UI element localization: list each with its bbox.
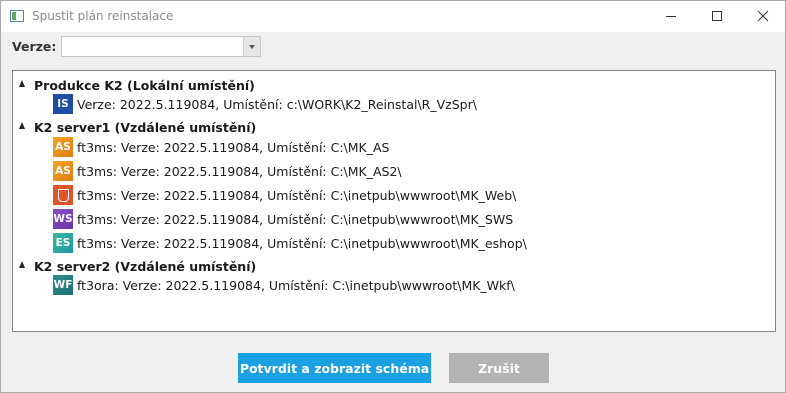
tree-group[interactable]: K2 server2 (Vzdálené umístění) — [13, 256, 773, 276]
is-app-icon: IS — [53, 94, 73, 114]
tree-item-label: ft3ora: Verze: 2022.5.119084, Umístění: … — [77, 278, 515, 293]
tree-item-label: Verze: 2022.5.119084, Umístění: c:\WORK\… — [77, 97, 477, 112]
wf-app-icon: WF — [53, 275, 73, 295]
close-button[interactable] — [740, 1, 786, 32]
version-dropdown[interactable] — [61, 36, 261, 57]
installation-tree[interactable]: Produkce K2 (Lokální umístění) IS Verze:… — [12, 70, 776, 332]
tree-item-label: ft3ms: Verze: 2022.5.119084, Umístění: C… — [77, 140, 390, 155]
tree-item[interactable]: AS ft3ms: Verze: 2022.5.119084, Umístění… — [53, 136, 773, 158]
as-app-icon: AS — [53, 161, 73, 181]
version-label: Verze: — [12, 39, 57, 54]
tree-group-label: K2 server2 (Vzdálené umístění) — [34, 259, 257, 274]
chevron-down-icon[interactable] — [243, 37, 260, 56]
tree-group[interactable]: Produkce K2 (Lokální umístění) — [13, 75, 773, 95]
tree-group[interactable]: K2 server1 (Vzdálené umístění) — [13, 117, 773, 137]
dialog-window: Spustit plán reinstalace Verze: Produkce… — [0, 0, 786, 393]
maximize-icon — [712, 11, 722, 21]
window-title: Spustit plán reinstalace — [32, 9, 174, 23]
ws-app-icon: WS — [53, 209, 73, 229]
app-window-icon — [10, 10, 24, 22]
maximize-button[interactable] — [694, 1, 740, 32]
tree-item[interactable]: IS Verze: 2022.5.119084, Umístění: c:\WO… — [53, 93, 773, 115]
tree-item-label: ft3ms: Verze: 2022.5.119084, Umístění: C… — [77, 164, 402, 179]
tree-group-label: Produkce K2 (Lokální umístění) — [34, 78, 255, 93]
minimize-button[interactable] — [648, 1, 694, 32]
tree-group-label: K2 server1 (Vzdálené umístění) — [34, 120, 257, 135]
es-app-icon: ES — [53, 233, 73, 253]
minimize-icon — [666, 16, 676, 17]
expand-toggle-icon[interactable] — [19, 122, 25, 129]
html5-icon — [53, 185, 73, 205]
tree-item[interactable]: ES ft3ms: Verze: 2022.5.119084, Umístění… — [53, 232, 773, 254]
tree-item[interactable]: WF ft3ora: Verze: 2022.5.119084, Umístěn… — [53, 274, 773, 296]
cancel-button[interactable]: Zrušit — [449, 353, 549, 383]
confirm-and-show-schema-button[interactable]: Potvrdit a zobrazit schéma — [238, 353, 431, 383]
tree-item-label: ft3ms: Verze: 2022.5.119084, Umístění: C… — [77, 188, 517, 203]
close-icon — [757, 10, 769, 22]
tree-item[interactable]: WS ft3ms: Verze: 2022.5.119084, Umístění… — [53, 208, 773, 230]
tree-item-label: ft3ms: Verze: 2022.5.119084, Umístění: C… — [77, 212, 514, 227]
expand-toggle-icon[interactable] — [19, 261, 25, 268]
tree-item[interactable]: ft3ms: Verze: 2022.5.119084, Umístění: C… — [53, 184, 773, 206]
expand-toggle-icon[interactable] — [19, 80, 25, 87]
as-app-icon: AS — [53, 137, 73, 157]
tree-item-label: ft3ms: Verze: 2022.5.119084, Umístění: C… — [77, 236, 527, 251]
tree-item[interactable]: AS ft3ms: Verze: 2022.5.119084, Umístění… — [53, 160, 773, 182]
title-bar[interactable]: Spustit plán reinstalace — [1, 1, 785, 32]
